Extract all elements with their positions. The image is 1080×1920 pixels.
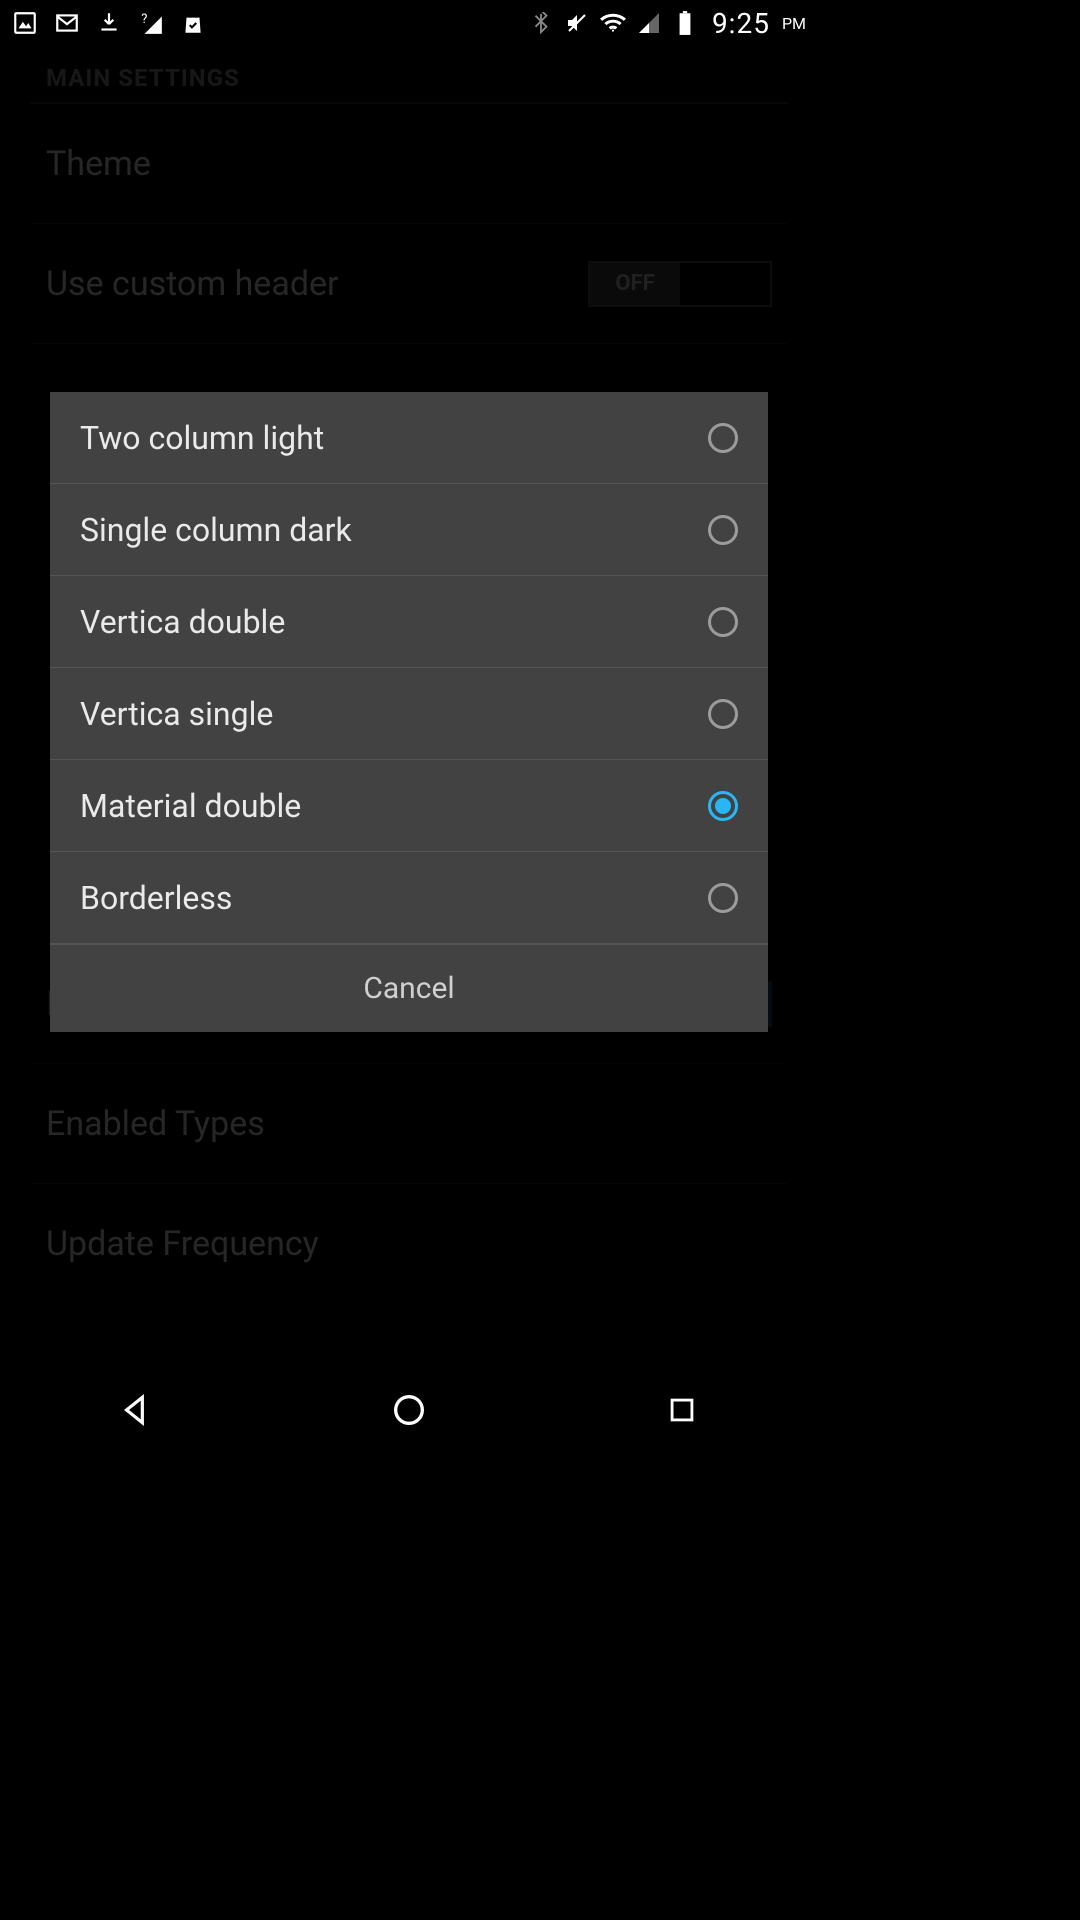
nav-home-button[interactable]: [385, 1386, 433, 1434]
battery-icon: [672, 10, 698, 36]
option-label: Vertica single: [80, 695, 273, 733]
radio-icon: [708, 883, 738, 913]
gallery-icon: [12, 10, 38, 36]
status-time: 9:25: [712, 7, 770, 40]
option-label: Vertica double: [80, 603, 285, 641]
status-bar: ? 9:25 PM: [0, 0, 818, 46]
option-label: Two column light: [80, 419, 324, 457]
option-two-column-light[interactable]: Two column light: [50, 392, 768, 484]
option-label: Material double: [80, 787, 301, 825]
option-single-column-dark[interactable]: Single column dark: [50, 484, 768, 576]
bluetooth-icon: [528, 10, 554, 36]
radio-icon: [708, 515, 738, 545]
download-icon: [96, 10, 122, 36]
gmail-icon: [54, 10, 80, 36]
shopping-bag-icon: [180, 10, 206, 36]
radio-icon: [708, 699, 738, 729]
svg-text:?: ?: [141, 12, 147, 27]
option-borderless[interactable]: Borderless: [50, 852, 768, 944]
option-material-double[interactable]: Material double: [50, 760, 768, 852]
status-bar-right: 9:25 PM: [528, 7, 806, 40]
dialog-cancel-button[interactable]: Cancel: [50, 944, 768, 1032]
theme-dialog: Two column light Single column dark Vert…: [50, 392, 768, 1032]
dialog-cancel-label: Cancel: [363, 971, 454, 1006]
option-vertica-double[interactable]: Vertica double: [50, 576, 768, 668]
status-bar-left: ?: [12, 10, 206, 36]
radio-icon-checked: [708, 791, 738, 821]
radio-icon: [708, 423, 738, 453]
nav-recents-button[interactable]: [658, 1386, 706, 1434]
option-vertica-single[interactable]: Vertica single: [50, 668, 768, 760]
nav-back-button[interactable]: [112, 1386, 160, 1434]
cell-signal-icon: [636, 10, 662, 36]
mute-icon: [564, 10, 590, 36]
option-label: Single column dark: [80, 511, 352, 549]
status-ampm: PM: [782, 14, 806, 33]
wifi-icon: [600, 10, 626, 36]
signal-question-icon: ?: [138, 10, 164, 36]
android-nav-bar: [0, 1366, 818, 1454]
radio-icon: [708, 607, 738, 637]
option-label: Borderless: [80, 879, 232, 917]
